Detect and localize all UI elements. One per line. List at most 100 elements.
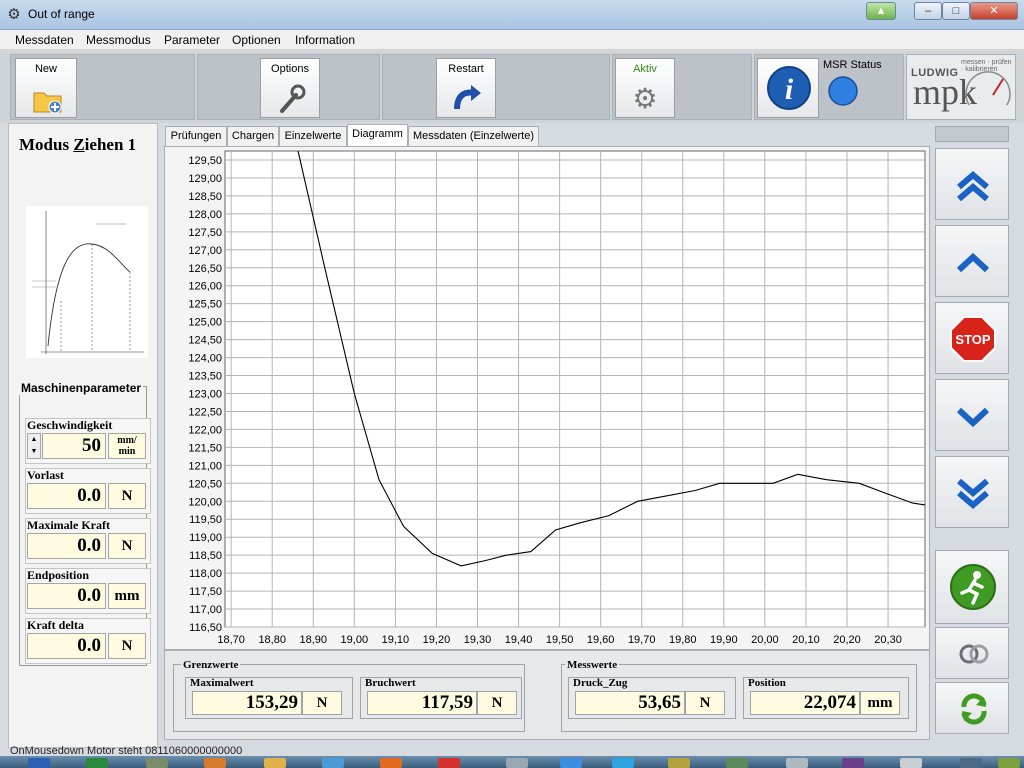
x-tick-label: 19,70	[628, 634, 656, 646]
maximale-kraft-value[interactable]: 0.0	[27, 533, 106, 559]
taskbar-pin-icon[interactable]: ▲	[866, 2, 896, 20]
link-button[interactable]	[935, 627, 1009, 679]
x-tick-label: 19,40	[505, 634, 533, 646]
app-task-icon[interactable]	[204, 758, 226, 768]
aktiv-button[interactable]: Aktiv ⚙	[615, 58, 675, 118]
info-icon: i	[767, 66, 811, 110]
spin-down-icon[interactable]: ▼	[28, 446, 40, 458]
kraft-delta-value[interactable]: 0.0	[27, 633, 106, 659]
y-tick-label: 120,50	[188, 478, 222, 490]
tab-einzelwerte[interactable]: Einzelwerte	[279, 126, 347, 146]
down-button[interactable]	[935, 379, 1009, 451]
run-button[interactable]	[935, 550, 1009, 624]
vorlast-value[interactable]: 0.0	[27, 483, 106, 509]
x-tick-label: 18,80	[258, 634, 286, 646]
menu-messdaten[interactable]: Messdaten	[15, 33, 74, 47]
close-button[interactable]: ✕	[970, 2, 1018, 20]
y-tick-label: 126,00	[188, 281, 222, 293]
toolbar-group-aktiv: Aktiv ⚙	[612, 54, 752, 120]
tab-chargen[interactable]: Chargen	[227, 126, 279, 146]
tab-pruefungen[interactable]: Prüfungen	[165, 126, 227, 146]
app-task-icon[interactable]	[146, 758, 168, 768]
menu-parameter[interactable]: Parameter	[164, 33, 220, 47]
menu-information[interactable]: Information	[295, 33, 355, 47]
dropbox-task-icon[interactable]	[560, 758, 582, 768]
app-task-icon[interactable]	[998, 758, 1020, 768]
maximalwert-value: 153,29	[192, 691, 302, 715]
y-tick-label: 127,00	[188, 245, 222, 257]
stop-button[interactable]: STOP	[935, 302, 1009, 374]
y-tick-label: 121,50	[188, 442, 222, 454]
values-panel: Grenzwerte Maximalwert 153,29 N Bruchwer…	[164, 650, 930, 740]
param-vorlast: Vorlast 0.0 N	[25, 468, 151, 514]
app-task-icon[interactable]	[842, 758, 864, 768]
force-chart[interactable]: 129,50 129,00 128,50 128,00 127,50 127,00 126,…	[165, 147, 929, 649]
position-label: Position	[748, 677, 786, 689]
options-button[interactable]: Options	[260, 58, 320, 118]
spin-up-icon[interactable]: ▲	[28, 434, 40, 446]
app-task-icon[interactable]	[900, 758, 922, 768]
y-tick-label: 120,00	[188, 496, 222, 508]
app-task-icon[interactable]	[786, 758, 808, 768]
firefox-task-icon[interactable]	[380, 758, 402, 768]
up-button[interactable]	[935, 225, 1009, 297]
position-value: 22,074	[750, 691, 860, 715]
excel-task-icon[interactable]	[86, 758, 108, 768]
svg-text:i: i	[785, 73, 794, 106]
speed-value[interactable]: 50	[42, 433, 106, 459]
speed-spinner[interactable]: ▲ ▼	[27, 433, 41, 459]
messwerte-title: Messwerte	[565, 659, 620, 671]
stop-label: STOP	[955, 332, 990, 347]
app-task-icon[interactable]	[960, 758, 982, 768]
x-tick-label: 20,10	[792, 634, 820, 646]
tab-bar: Prüfungen Chargen Einzelwerte Diagramm M…	[164, 124, 930, 147]
x-tick-label: 18,70	[217, 634, 245, 646]
app-task-icon[interactable]	[322, 758, 344, 768]
x-tick-label: 20,00	[751, 634, 779, 646]
restart-button[interactable]: Restart	[436, 58, 496, 118]
vorlast-unit: N	[108, 483, 146, 509]
running-man-icon	[950, 564, 996, 610]
app-task-icon[interactable]	[264, 758, 286, 768]
tab-diagramm[interactable]: Diagramm	[347, 124, 408, 147]
param-label: Vorlast	[27, 468, 64, 482]
maximize-button[interactable]: □	[942, 2, 970, 20]
mode-title-underlined: Z	[73, 135, 85, 154]
new-button[interactable]: New	[15, 58, 77, 118]
druck-zug-box: Druck_Zug 53,65 N	[568, 677, 736, 719]
maximale-kraft-unit: N	[108, 533, 146, 559]
new-label: New	[34, 63, 57, 75]
panel-header	[935, 126, 1009, 142]
maximalwert-label: Maximalwert	[190, 677, 254, 689]
fast-up-button[interactable]	[935, 148, 1009, 220]
druck-zug-value: 53,65	[575, 691, 685, 715]
menu-optionen[interactable]: Optionen	[232, 33, 281, 47]
skype-task-icon[interactable]	[612, 758, 634, 768]
app-task-icon[interactable]	[668, 758, 690, 768]
y-tick-label: 122,50	[188, 406, 222, 418]
app-task-icon[interactable]	[438, 758, 460, 768]
minimize-button[interactable]: –	[914, 2, 942, 20]
stop-icon: STOP	[950, 316, 996, 362]
x-tick-label: 19,10	[382, 634, 410, 646]
app-task-icon[interactable]	[506, 758, 528, 768]
refresh-button[interactable]	[935, 682, 1009, 734]
word-task-icon[interactable]	[28, 758, 50, 768]
aktiv-label: Aktiv	[633, 63, 657, 75]
menu-messmodus[interactable]: Messmodus	[86, 33, 151, 47]
toolbar-group-new: New	[10, 54, 195, 120]
options-label: Options	[271, 63, 309, 75]
company-logo: LUDWIG mpk messen · prüfen · kalibrieren	[906, 54, 1016, 120]
param-endposition: Endposition 0.0 mm	[25, 568, 151, 614]
app-task-icon[interactable]	[726, 758, 748, 768]
y-tick-label: 119,00	[189, 532, 222, 544]
maschinenparameter-title: Maschinenparameter	[19, 381, 144, 395]
druck-zug-unit: N	[685, 691, 725, 715]
endposition-value[interactable]: 0.0	[27, 583, 106, 609]
info-button[interactable]: i	[757, 58, 819, 118]
y-tick-label: 124,00	[188, 353, 222, 365]
chevron-up-icon	[956, 252, 990, 273]
tab-messdaten-einzelwerte[interactable]: Messdaten (Einzelwerte)	[408, 126, 539, 146]
fast-down-button[interactable]	[935, 456, 1009, 528]
position-unit: mm	[860, 691, 900, 715]
